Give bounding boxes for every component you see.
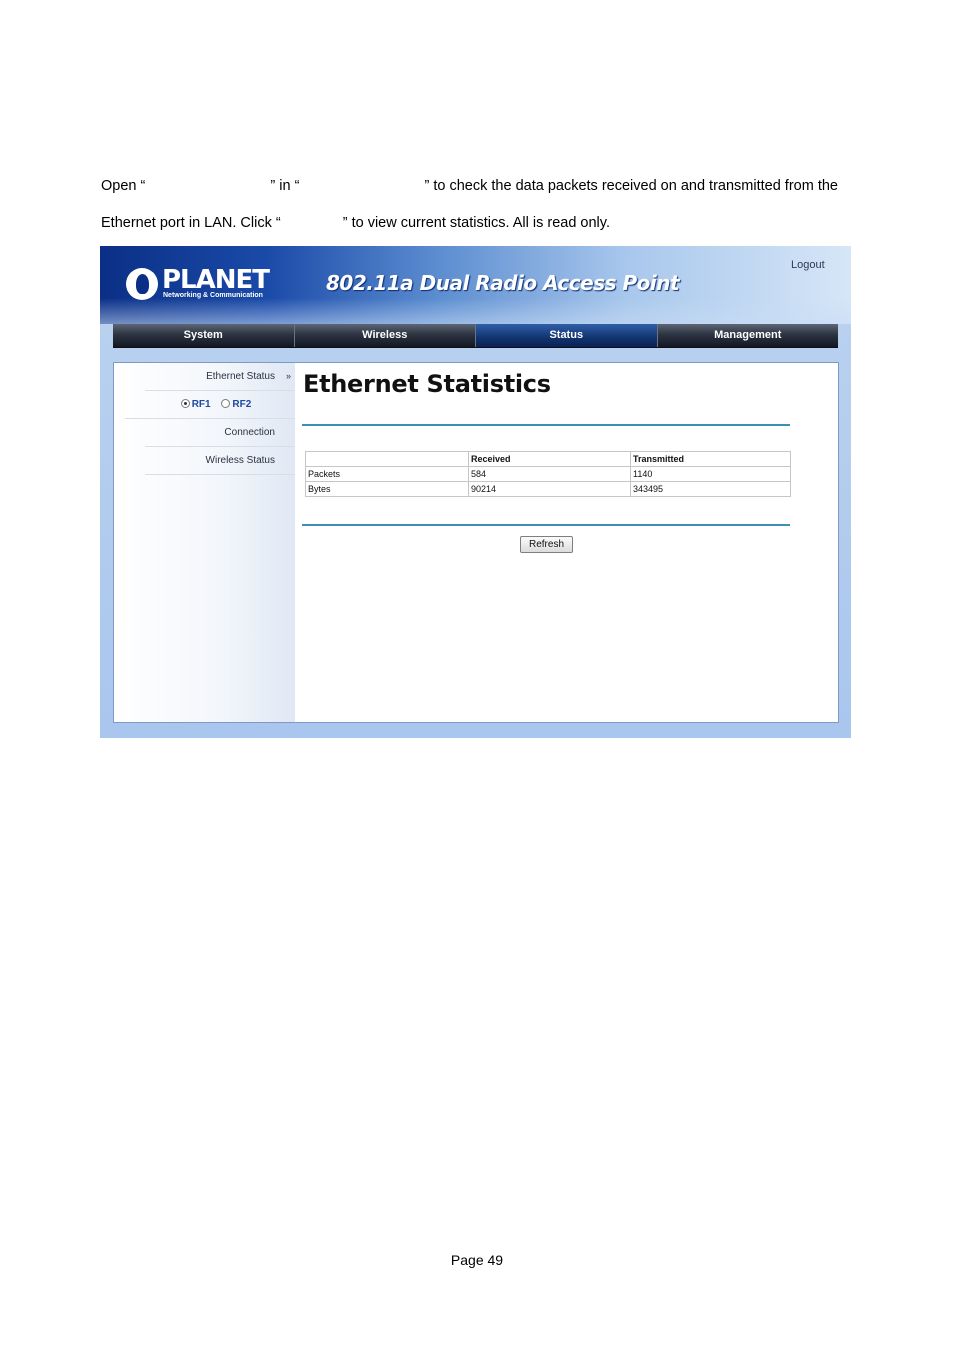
table-row: Bytes 90214 343495: [305, 481, 791, 497]
content-panel: Ethernet Status » RF1 RF2 Connection Wir…: [113, 362, 839, 723]
refresh-button[interactable]: Refresh: [520, 536, 573, 553]
sidebar-item-label: Ethernet Status: [206, 371, 275, 382]
logo-subtitle: Networking & Communication: [163, 292, 263, 299]
sidebar-item-connection[interactable]: Connection: [145, 419, 295, 447]
rf-selector: RF1 RF2: [125, 391, 295, 419]
main-nav: System Wireless Status Management: [113, 324, 838, 348]
sidebar: Ethernet Status » RF1 RF2 Connection Wir…: [114, 363, 295, 722]
main-content: Ethernet Statistics Received Transmitted…: [302, 363, 792, 722]
planet-logo-icon: [126, 268, 158, 300]
sidebar-item-label: Connection: [224, 427, 275, 438]
tab-management[interactable]: Management: [658, 324, 839, 347]
page-number: Page 49: [450, 1252, 504, 1268]
sidebar-item-label: Wireless Status: [205, 455, 275, 466]
table-cell: 584: [468, 466, 631, 482]
table-cell: Packets: [305, 466, 469, 482]
planet-logo: PLANET Networking & Communication: [126, 265, 270, 302]
table-cell: Bytes: [305, 481, 469, 497]
text-segment: Open “: [101, 178, 146, 194]
logo-text: PLANET: [162, 265, 270, 295]
sidebar-item-wireless-status[interactable]: Wireless Status: [145, 447, 295, 475]
table-cell: 1140: [630, 466, 791, 482]
header-cell: Received: [468, 451, 631, 467]
table-cell: 343495: [630, 481, 791, 497]
divider: [302, 424, 790, 426]
sidebar-item-ethernet-status[interactable]: Ethernet Status »: [145, 363, 295, 391]
chevron-right-icon: »: [285, 371, 291, 381]
header-cell: [305, 451, 469, 467]
table-row: Packets 584 1140: [305, 466, 791, 482]
rf2-label[interactable]: RF2: [232, 399, 251, 410]
page-title: Ethernet Statistics: [303, 370, 551, 398]
divider: [302, 524, 790, 526]
product-title: 802.11a Dual Radio Access Point: [326, 271, 680, 295]
instruction-line-2: Ethernet port in LAN. Click “ ” to view c…: [101, 214, 838, 232]
screenshot-frame: PLANET Networking & Communication 802.11…: [100, 246, 851, 738]
rf2-radio[interactable]: [221, 399, 231, 408]
tab-system[interactable]: System: [113, 324, 295, 347]
text-segment: Ethernet port in LAN. Click “: [101, 215, 281, 231]
header-banner: PLANET Networking & Communication 802.11…: [100, 246, 851, 324]
rf1-radio[interactable]: [180, 399, 190, 408]
text-segment: ” to check the data packets received on …: [424, 178, 838, 194]
statistics-table: Received Transmitted Packets 584 1140 By…: [305, 451, 791, 497]
tab-wireless[interactable]: Wireless: [295, 324, 476, 347]
text-segment: ” to view current statistics. All is rea…: [342, 215, 610, 231]
instruction-line-1: Open “ ” in “ ” to check the data packet…: [101, 177, 838, 195]
rf1-label[interactable]: RF1: [192, 399, 211, 410]
table-cell: 90214: [468, 481, 631, 497]
tab-status[interactable]: Status: [476, 324, 658, 347]
logout-link[interactable]: Logout: [791, 259, 825, 271]
header-cell: Transmitted: [630, 451, 791, 467]
text-segment: ” in “: [270, 178, 300, 194]
table-header-row: Received Transmitted: [305, 451, 791, 467]
